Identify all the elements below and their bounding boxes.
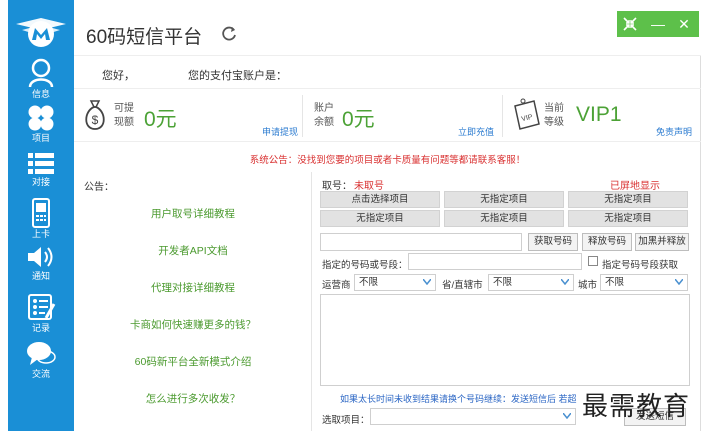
account-balance-value: 0元 xyxy=(342,108,375,131)
record-icon xyxy=(28,294,56,320)
project-slot[interactable]: 无指定项目 xyxy=(444,191,564,208)
restore-button[interactable] xyxy=(619,14,641,34)
close-button[interactable]: ✕ xyxy=(673,14,695,34)
announcement-link[interactable]: 怎么进行多次收发？ xyxy=(74,391,312,406)
announcement-link[interactable]: 卡商如何快速赚更多的钱？ xyxy=(74,317,312,332)
fetch-label: 取号： xyxy=(322,181,352,192)
chevron-down-icon xyxy=(561,279,569,285)
withdrawable-balance: $ 可提 现额 0元 申请提现 xyxy=(80,89,300,143)
segment-checkbox-label: 指定号码号段获取 xyxy=(602,260,679,271)
sidebar-item-label: 记录 xyxy=(31,323,50,333)
announcement-link[interactable]: 60码新平台全新模式介绍 xyxy=(74,354,312,369)
account-balance-label: 账户 余额 xyxy=(314,103,334,128)
main-window: 60码短信平台 — ✕ 您好， 您的支付宝账户是： $ 可提 现额 0元 申请提… xyxy=(74,0,701,431)
vip-level-label: 当前 等级 xyxy=(544,103,564,128)
withdrawable-label: 可提 现额 xyxy=(114,103,134,128)
system-notice: 系统公告：没找到您要的项目或者卡质量有问题等都请联系客服！ xyxy=(249,155,526,166)
announcement-header: 公告： xyxy=(84,182,114,193)
select-project-label: 选取项目： xyxy=(322,415,370,426)
segment-checkbox[interactable] xyxy=(588,256,598,266)
chevron-down-icon xyxy=(563,413,571,419)
account-balance: 账户 余额 0元 立即充值 xyxy=(312,89,498,143)
project-slot[interactable]: 无指定项目 xyxy=(568,210,688,227)
divider xyxy=(302,95,303,137)
province-label: 省/直辖市 xyxy=(442,280,483,291)
phone-number-input[interactable] xyxy=(320,233,522,251)
divider xyxy=(502,95,503,137)
sidebar: 信息 项目 对接 上卡 通知 记录 交流 xyxy=(8,0,74,431)
carrier-label: 运营商 xyxy=(322,280,351,291)
project-slot[interactable]: 无指定项目 xyxy=(444,210,564,227)
sms-content-area[interactable] xyxy=(320,294,690,386)
window-controls: — ✕ xyxy=(617,11,699,37)
sidebar-item-connect[interactable]: 对接 xyxy=(8,148,74,194)
withdraw-link[interactable]: 申请提现 xyxy=(262,125,298,138)
chat-icon xyxy=(27,342,56,365)
chevron-down-icon xyxy=(423,279,431,285)
project-select[interactable] xyxy=(370,408,576,425)
project-slot[interactable]: 点击选择项目 xyxy=(320,191,440,208)
alipay-account-label: 您的支付宝账户是： xyxy=(188,70,287,82)
sidebar-item-record[interactable]: 记录 xyxy=(8,288,74,334)
project-slot[interactable]: 无指定项目 xyxy=(568,191,688,208)
sidebar-item-label: 通知 xyxy=(31,271,50,281)
city-label: 城市 xyxy=(578,280,598,291)
app-title: 60码短信平台 xyxy=(86,27,203,48)
sidebar-item-label: 对接 xyxy=(31,177,50,187)
sidebar-item-project[interactable]: 项目 xyxy=(8,100,74,146)
sidebar-item-notify[interactable]: 通知 xyxy=(8,240,74,286)
segment-input[interactable] xyxy=(408,253,582,270)
sidebar-item-chat[interactable]: 交流 xyxy=(8,336,74,382)
shrink-icon xyxy=(623,17,637,31)
announcement-link[interactable]: 用户取号详细教程 xyxy=(74,206,312,221)
announcement-link[interactable]: 开发者API文档 xyxy=(74,243,312,258)
greeting-text: 您好， xyxy=(102,70,135,82)
sidebar-item-label: 信息 xyxy=(31,89,50,99)
vip-card-icon: VIP xyxy=(514,98,540,130)
money-bag-icon: $ xyxy=(85,100,105,130)
title-bar: 60码短信平台 — ✕ xyxy=(74,0,701,56)
announcement-panel: 公告： 用户取号详细教程 开发者API文档 代理对接详细教程 卡商如何快速赚更多… xyxy=(74,172,312,431)
disclaimer-link[interactable]: 免责声明 xyxy=(656,125,692,138)
carrier-select[interactable]: 不限 xyxy=(354,274,436,291)
chevron-down-icon xyxy=(675,279,683,285)
release-number-button[interactable]: 释放号码 xyxy=(582,233,632,251)
vip-level-value: VIP1 xyxy=(576,103,622,126)
watermark-text: 最需教育 xyxy=(582,392,691,422)
minimize-button[interactable]: — xyxy=(647,14,669,34)
hint-text: 如果太长时间未收到结果请换个号码继续：发送短信后 若超 xyxy=(340,394,577,404)
speaker-icon xyxy=(28,247,53,267)
svg-text:$: $ xyxy=(92,113,99,127)
withdrawable-value: 0元 xyxy=(144,108,177,131)
announcement-link[interactable]: 代理对接详细教程 xyxy=(74,280,312,295)
project-slot[interactable]: 无指定项目 xyxy=(320,210,440,227)
vip-level: VIP 当前 等级 VIP1 免责声明 xyxy=(510,89,700,143)
recharge-link[interactable]: 立即充值 xyxy=(458,125,494,138)
user-icon xyxy=(28,58,54,88)
clover-icon xyxy=(28,105,54,131)
refresh-icon[interactable] xyxy=(222,26,237,41)
greeting-row: 您好， 您的支付宝账户是： xyxy=(102,67,287,83)
province-select[interactable]: 不限 xyxy=(488,274,574,291)
app-logo-icon xyxy=(16,18,66,47)
fetch-status: 未取号 xyxy=(354,181,384,192)
sidebar-item-label: 项目 xyxy=(31,133,50,143)
balance-row: $ 可提 现额 0元 申请提现 账户 余额 0元 立即充值 VIP 当前 等级 … xyxy=(74,88,701,142)
blacklist-release-button[interactable]: 加黑并释放 xyxy=(635,233,689,251)
sidebar-item-info[interactable]: 信息 xyxy=(8,54,74,100)
sidebar-item-card[interactable]: 上卡 xyxy=(8,194,74,240)
sidebar-item-label: 交流 xyxy=(31,369,50,379)
sidebar-item-label: 上卡 xyxy=(31,229,50,239)
city-select[interactable]: 不限 xyxy=(600,274,688,291)
blocked-display: 已屏地显示 xyxy=(610,181,660,192)
get-number-button[interactable]: 获取号码 xyxy=(528,233,578,251)
segment-label: 指定的号码或号段： xyxy=(322,260,408,271)
list-icon xyxy=(28,153,54,174)
phone-icon xyxy=(32,198,50,228)
